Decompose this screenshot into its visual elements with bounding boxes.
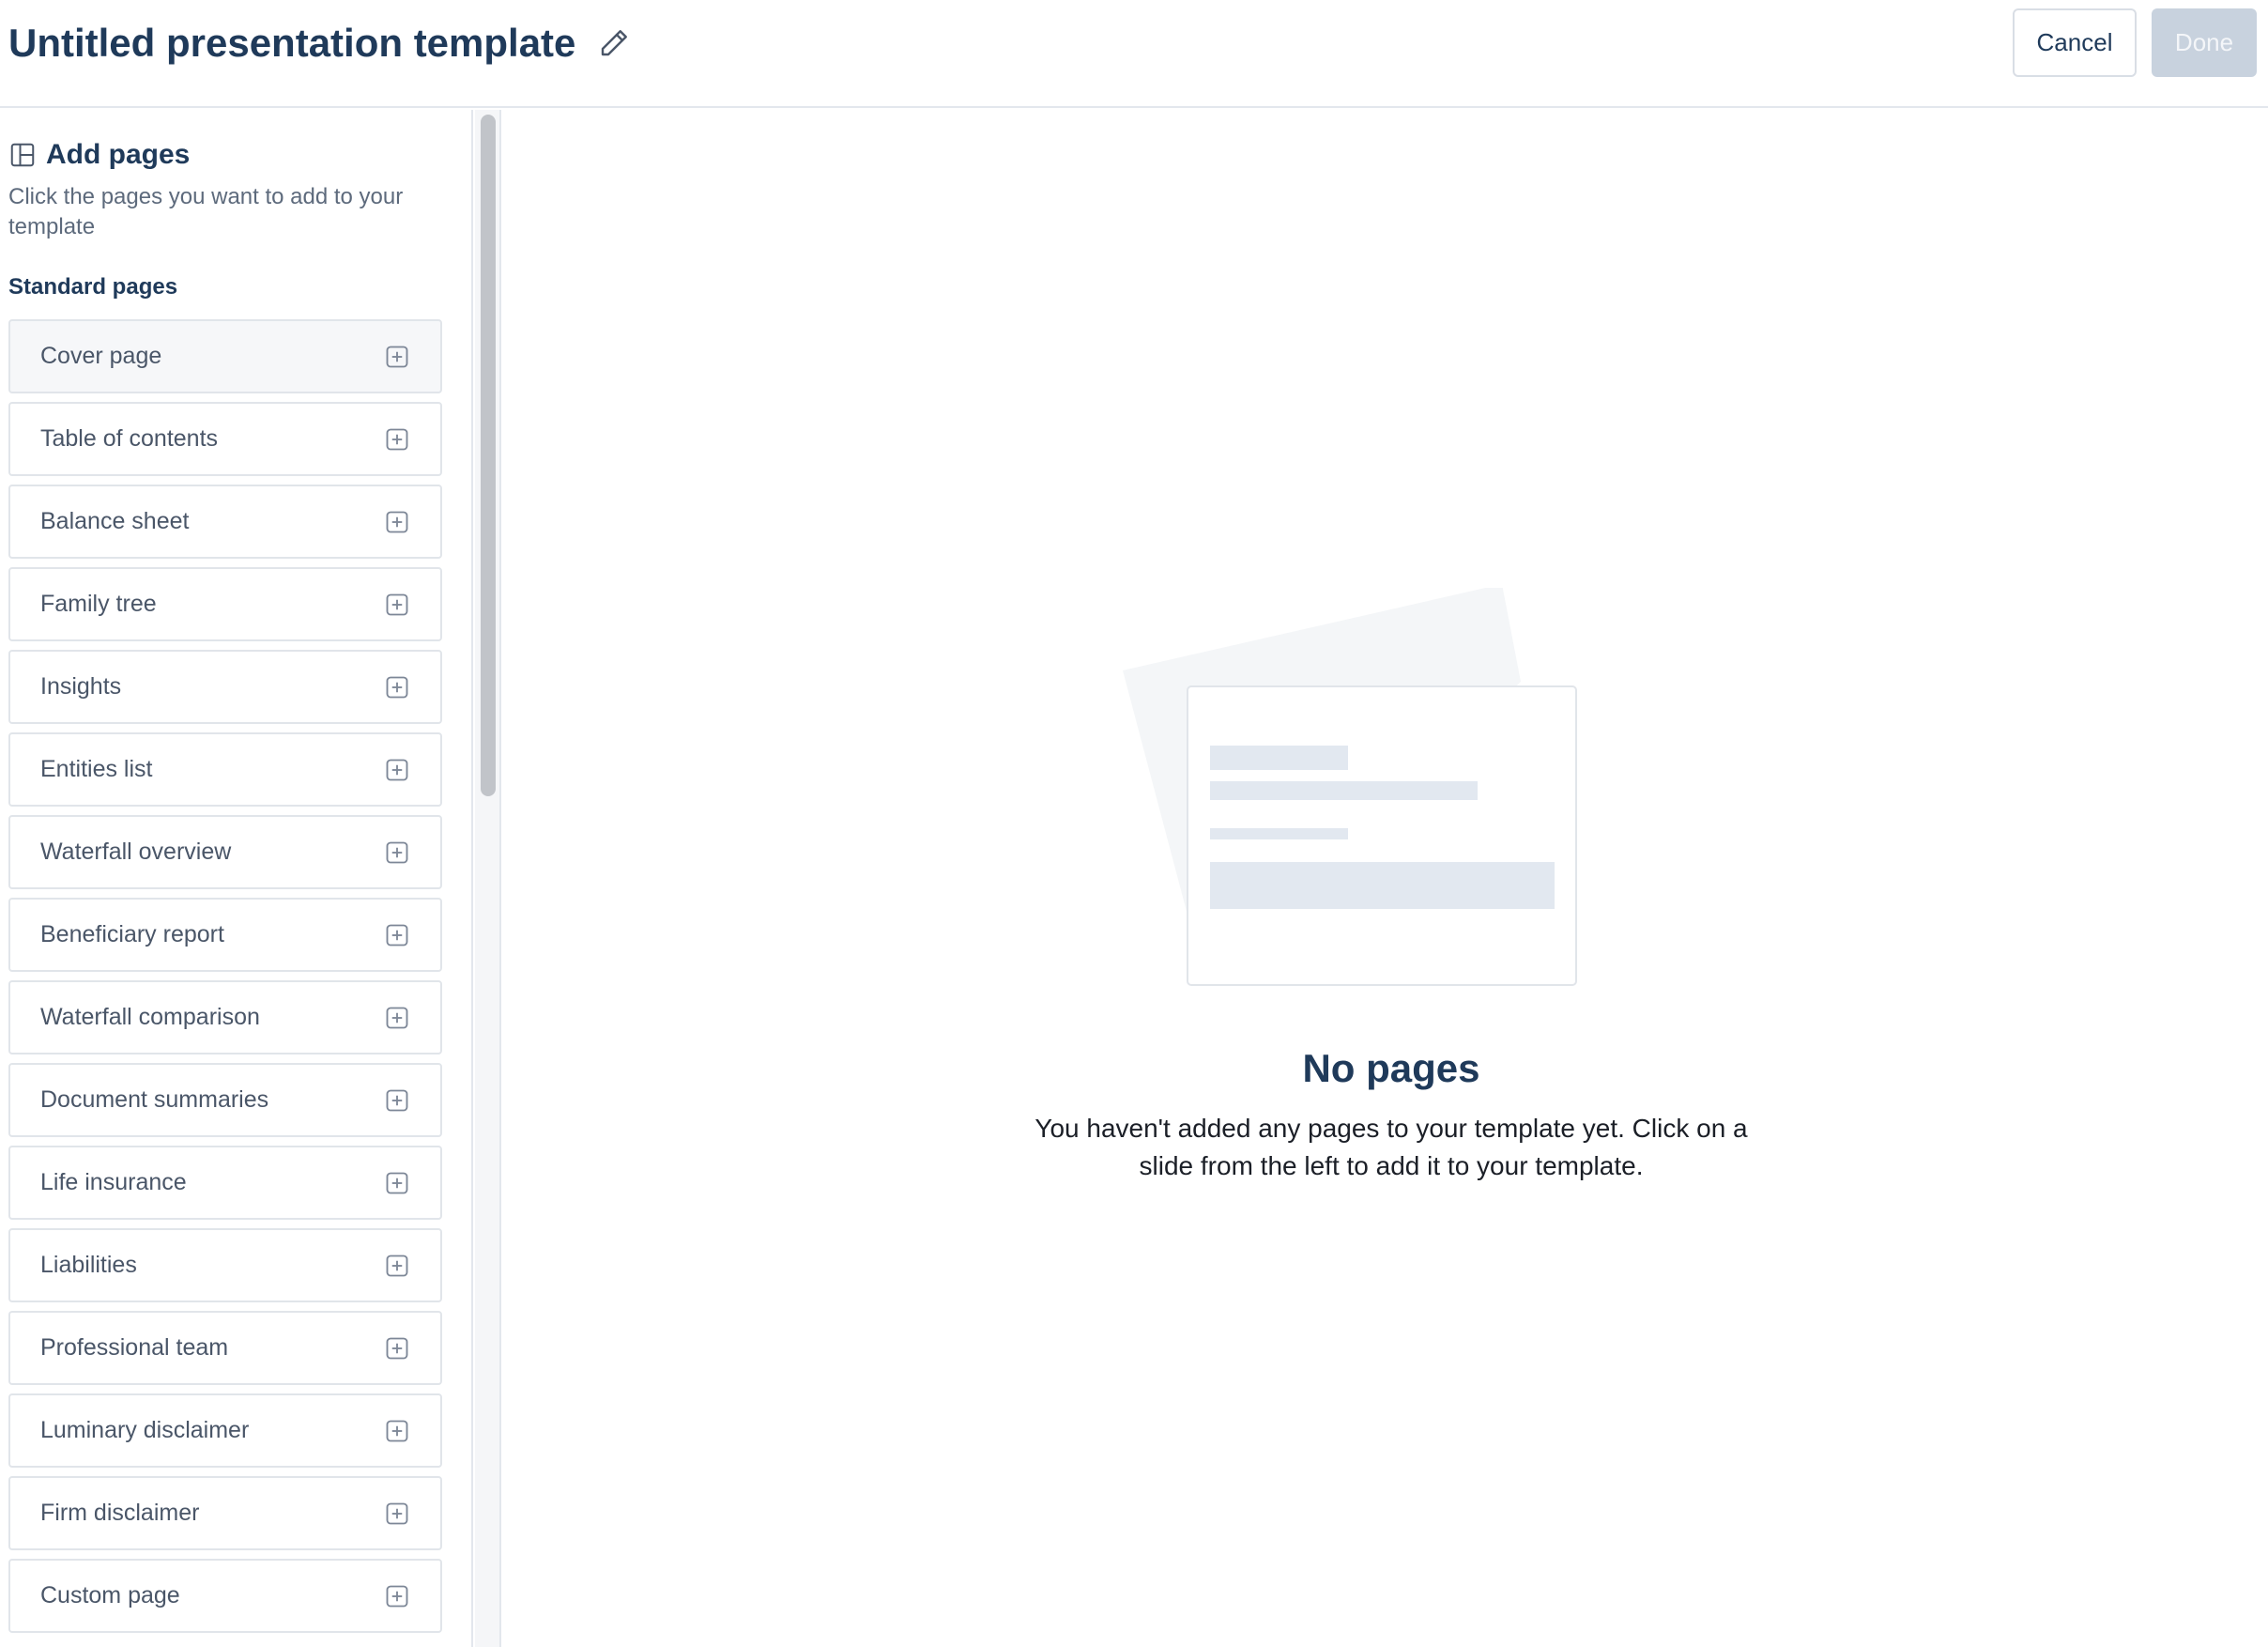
template-title[interactable]: Untitled presentation template — [8, 17, 575, 69]
page-option-label: Custom page — [40, 1582, 180, 1609]
page-option-balance-sheet[interactable]: Balance sheet — [8, 485, 442, 559]
plus-square-icon[interactable] — [384, 1501, 410, 1527]
page-option-label: Entities list — [40, 756, 153, 782]
sidebar-scrollbar-thumb[interactable] — [481, 115, 496, 796]
cancel-button[interactable]: Cancel — [2013, 8, 2137, 77]
standard-pages-list: Cover page Table of contents Balance sheet… — [8, 319, 442, 1641]
plus-square-icon[interactable] — [384, 1170, 410, 1196]
page-option-label: Insights — [40, 673, 122, 700]
plus-square-icon[interactable] — [384, 1087, 410, 1114]
page-option-label: Professional team — [40, 1334, 229, 1361]
page-option-liabilities[interactable]: Liabilities — [8, 1228, 442, 1302]
plus-square-icon[interactable] — [384, 839, 410, 866]
page-option-cover-page[interactable]: Cover page — [8, 319, 442, 393]
page-option-life-insurance[interactable]: Life insurance — [8, 1146, 442, 1220]
page-option-firm-disclaimer[interactable]: Firm disclaimer — [8, 1476, 442, 1550]
empty-state-title: No pages — [1302, 1046, 1480, 1090]
page-option-beneficiary-report[interactable]: Beneficiary report — [8, 898, 442, 972]
plus-square-icon[interactable] — [384, 344, 410, 370]
page-option-entities-list[interactable]: Entities list — [8, 732, 442, 807]
layout-icon — [10, 143, 35, 167]
plus-square-icon[interactable] — [384, 1253, 410, 1279]
page-option-label: Document summaries — [40, 1086, 269, 1113]
page-option-family-tree[interactable]: Family tree — [8, 567, 442, 641]
plus-square-icon[interactable] — [384, 509, 410, 535]
done-button[interactable]: Done — [2152, 8, 2257, 77]
page-option-label: Life insurance — [40, 1169, 187, 1195]
page-option-label: Liabilities — [40, 1252, 137, 1278]
empty-state-description: You haven't added any pages to your temp… — [1034, 1114, 1748, 1180]
pencil-icon[interactable] — [597, 26, 631, 60]
page-option-document-summaries[interactable]: Document summaries — [8, 1063, 442, 1137]
page-option-waterfall-comparison[interactable]: Waterfall comparison — [8, 980, 442, 1054]
add-pages-heading: Add pages — [8, 139, 190, 171]
header-bar: Untitled presentation template Cancel Do… — [0, 0, 2268, 108]
page-option-label: Luminary disclaimer — [40, 1417, 250, 1443]
add-pages-description: Click the pages you want to add to your … — [8, 184, 404, 239]
page-option-label: Family tree — [40, 591, 157, 617]
add-pages-title: Add pages — [46, 139, 191, 170]
page-option-label: Cover page — [40, 343, 162, 369]
plus-square-icon[interactable] — [384, 757, 410, 783]
standard-pages-label: Standard pages — [8, 274, 178, 300]
plus-square-icon[interactable] — [384, 592, 410, 618]
page-option-table-of-contents[interactable]: Table of contents — [8, 402, 442, 476]
page-option-insights[interactable]: Insights — [8, 650, 442, 724]
page-option-label: Balance sheet — [40, 508, 190, 534]
plus-square-icon[interactable] — [384, 426, 410, 453]
page-option-custom-page[interactable]: Custom page — [8, 1559, 442, 1633]
plus-square-icon[interactable] — [384, 1005, 410, 1031]
plus-square-icon[interactable] — [384, 1335, 410, 1362]
empty-slides-illustration — [1123, 588, 1577, 986]
page-option-label: Table of contents — [40, 425, 219, 452]
plus-square-icon[interactable] — [384, 1418, 410, 1444]
plus-square-icon[interactable] — [384, 1583, 410, 1609]
page-option-label: Firm disclaimer — [40, 1500, 200, 1526]
page-option-label: Waterfall comparison — [40, 1004, 260, 1030]
page-option-waterfall-overview[interactable]: Waterfall overview — [8, 815, 442, 889]
plus-square-icon[interactable] — [384, 922, 410, 948]
page-option-luminary-disclaimer[interactable]: Luminary disclaimer — [8, 1393, 442, 1468]
page-option-professional-team[interactable]: Professional team — [8, 1311, 442, 1385]
page-option-label: Beneficiary report — [40, 921, 224, 947]
plus-square-icon[interactable] — [384, 674, 410, 700]
page-option-label: Waterfall overview — [40, 839, 232, 865]
